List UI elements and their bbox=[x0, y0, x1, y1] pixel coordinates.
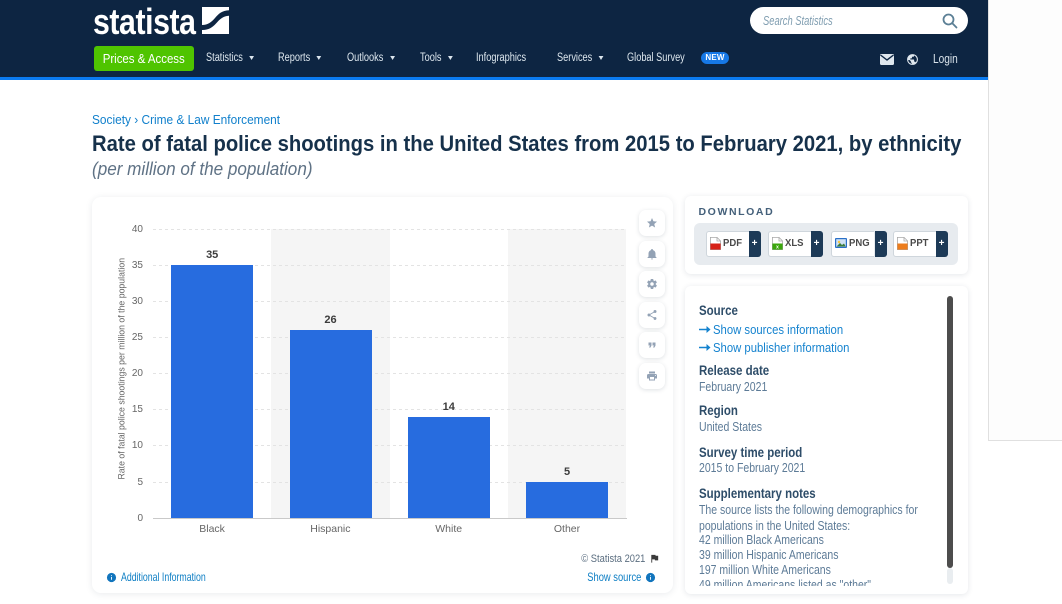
svg-text:x: x bbox=[776, 245, 779, 250]
